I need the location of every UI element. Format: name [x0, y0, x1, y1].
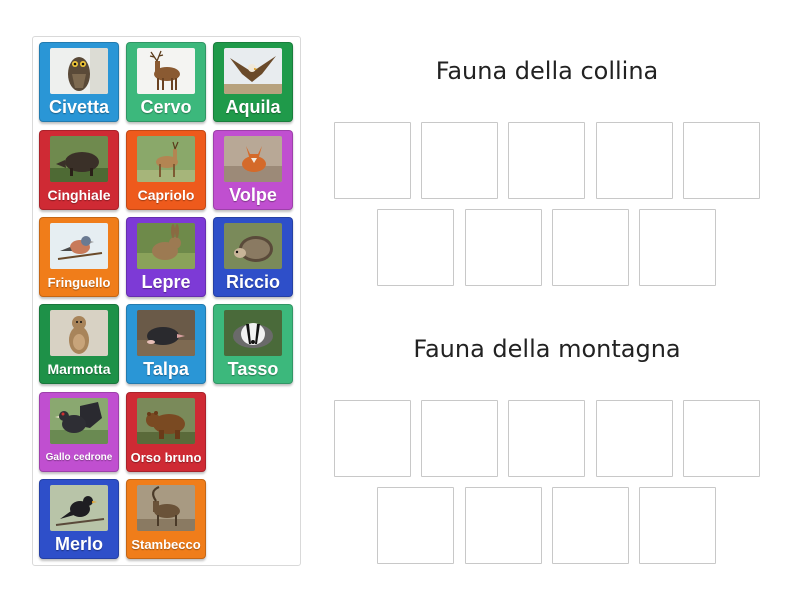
drop-slot[interactable] — [377, 487, 454, 564]
tile-label: Orso bruno — [130, 449, 202, 465]
tile-label: Riccio — [225, 271, 281, 292]
tile-volpe[interactable]: Volpe — [213, 130, 293, 210]
tile-civetta[interactable]: Civetta — [39, 42, 119, 122]
drop-slot[interactable] — [552, 209, 629, 286]
tile-label: Marmotta — [47, 361, 111, 377]
bear-photo — [137, 398, 195, 444]
tile-capriolo[interactable]: Capriolo — [126, 130, 206, 210]
tile-talpa[interactable]: Talpa — [126, 304, 206, 384]
tile-label: Capriolo — [137, 187, 195, 203]
fox-photo — [224, 136, 282, 182]
tile-label: Civetta — [48, 96, 110, 117]
drop-slot[interactable] — [334, 400, 411, 477]
boar-photo — [50, 136, 108, 182]
tile-label: Talpa — [143, 358, 189, 379]
drop-slot[interactable] — [421, 400, 498, 477]
drop-slot[interactable] — [683, 400, 760, 477]
ibex-photo — [137, 485, 195, 531]
tile-fringuello[interactable]: Fringuello — [39, 217, 119, 297]
drop-slot[interactable] — [465, 209, 542, 286]
tile-label: Aquila — [225, 96, 281, 117]
tile-cinghiale[interactable]: Cinghiale — [39, 130, 119, 210]
tile-marmotta[interactable]: Marmotta — [39, 304, 119, 384]
drop-slot[interactable] — [377, 209, 454, 286]
owl-photo — [50, 48, 108, 94]
tile-aquila[interactable]: Aquila — [213, 42, 293, 122]
tile-label: Cervo — [140, 96, 192, 117]
mole-photo — [137, 310, 195, 356]
drop-slot[interactable] — [596, 400, 673, 477]
group-title-montagna: Fauna della montagna — [413, 335, 681, 363]
deer-photo — [137, 48, 195, 94]
drop-slot[interactable] — [421, 122, 498, 199]
group-title-collina: Fauna della collina — [435, 57, 659, 85]
tile-label: Fringuello — [47, 274, 111, 290]
tile-tasso[interactable]: Tasso — [213, 304, 293, 384]
tile-label: Volpe — [229, 184, 277, 205]
drop-slot[interactable] — [683, 122, 760, 199]
roe-deer-photo — [137, 136, 195, 182]
drop-slot[interactable] — [552, 487, 629, 564]
capercaillie-photo — [50, 398, 108, 444]
tile-merlo[interactable]: Merlo — [39, 479, 119, 559]
tile-lepre[interactable]: Lepre — [126, 217, 206, 297]
tile-label: Gallo cedrone — [45, 451, 113, 463]
tile-orso-bruno[interactable]: Orso bruno — [126, 392, 206, 472]
drop-slot[interactable] — [508, 400, 585, 477]
tile-riccio[interactable]: Riccio — [213, 217, 293, 297]
tile-stambecco[interactable]: Stambecco — [126, 479, 206, 559]
tile-label: Stambecco — [131, 536, 201, 552]
badger-photo — [224, 310, 282, 356]
eagle-photo — [224, 48, 282, 94]
hare-photo — [137, 223, 195, 269]
tile-bank: Civetta Cervo Aquila Cinghiale Capriolo … — [32, 36, 301, 566]
drop-slot[interactable] — [639, 209, 716, 286]
tile-label: Lepre — [141, 271, 191, 292]
drop-slot[interactable] — [508, 122, 585, 199]
blackbird-photo — [50, 485, 108, 531]
drop-slot[interactable] — [639, 487, 716, 564]
drop-slot[interactable] — [596, 122, 673, 199]
tile-label: Tasso — [227, 358, 279, 379]
finch-photo — [50, 223, 108, 269]
tile-label: Merlo — [54, 533, 103, 554]
tile-gallo-cedrone[interactable]: Gallo cedrone — [39, 392, 119, 472]
tile-cervo[interactable]: Cervo — [126, 42, 206, 122]
drop-slot[interactable] — [465, 487, 542, 564]
drop-slot[interactable] — [334, 122, 411, 199]
hedgehog-photo — [224, 223, 282, 269]
tile-label: Cinghiale — [47, 187, 111, 203]
marmot-photo — [50, 310, 108, 356]
